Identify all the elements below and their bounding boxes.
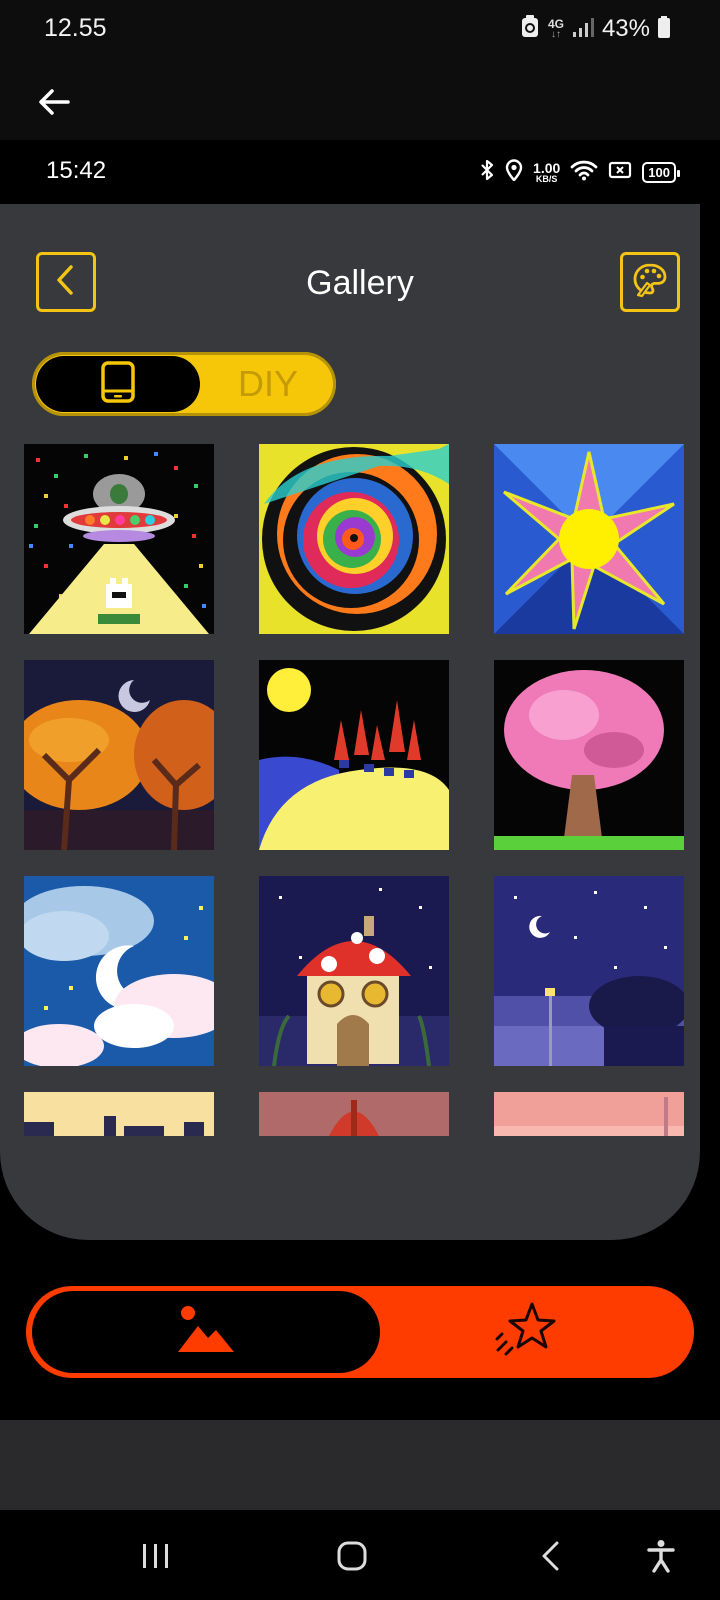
gallery-item-ufo-alien[interactable] xyxy=(24,444,214,634)
battery-icon xyxy=(658,15,670,43)
ufo-alien-image xyxy=(24,444,214,634)
rainbow-swirl-image xyxy=(259,444,449,634)
shooting-star-icon xyxy=(494,1298,558,1367)
network-type-icon: 4G ↓↑ xyxy=(547,17,564,40)
moon-clouds-image xyxy=(24,876,214,1066)
pink-tree-image xyxy=(494,660,684,850)
gallery-item-partial-3[interactable] xyxy=(494,1092,684,1136)
accessibility-icon xyxy=(646,1539,676,1578)
toggle-diy-option[interactable]: DIY xyxy=(204,352,332,416)
gallery-item-night-hills[interactable] xyxy=(259,660,449,850)
device-battery-icon: 100 xyxy=(642,161,680,183)
device-status-time: 15:42 xyxy=(46,157,107,184)
autumn-trees-image xyxy=(24,660,214,850)
home-button[interactable] xyxy=(334,1538,370,1578)
palette-icon xyxy=(631,261,669,304)
gallery-panel: Gallery DIY xyxy=(0,204,700,1240)
signal-icon xyxy=(572,16,594,43)
gallery-item-sun-star[interactable] xyxy=(494,444,684,634)
image-mountains-icon xyxy=(174,1304,238,1361)
outer-status-icons: 4G ↓↑ 43% xyxy=(520,12,670,46)
night-hills-image xyxy=(259,660,449,850)
nav-gallery-button[interactable] xyxy=(32,1291,380,1373)
content-background xyxy=(0,1420,720,1510)
nav-favorites-button[interactable] xyxy=(466,1294,586,1370)
system-back-button[interactable] xyxy=(536,1538,566,1578)
back-arrow-icon[interactable] xyxy=(34,82,74,122)
outer-status-time: 12.55 xyxy=(44,14,107,42)
battery-percent: 43% xyxy=(601,15,650,42)
source-toggle: DIY xyxy=(32,352,336,416)
partial-image-3 xyxy=(494,1092,684,1136)
partial-image-2 xyxy=(259,1092,449,1136)
network-speed: 1.00 KB/S xyxy=(533,159,561,184)
gallery-item-night-street[interactable] xyxy=(494,876,684,1066)
gallery-item-partial-2[interactable] xyxy=(259,1092,449,1136)
device-status-icons: 1.00 KB/S 100 xyxy=(479,155,680,189)
bluetooth-icon xyxy=(479,159,495,186)
page-title: Gallery xyxy=(306,264,414,302)
no-sim-icon xyxy=(608,160,632,185)
chevron-left-icon xyxy=(540,1540,562,1577)
gallery-item-pink-tree[interactable] xyxy=(494,660,684,850)
location-icon xyxy=(505,158,523,186)
gallery-item-autumn-trees[interactable] xyxy=(24,660,214,850)
toggle-device-option[interactable] xyxy=(36,356,200,412)
recent-apps-icon xyxy=(141,1542,171,1575)
bottom-nav xyxy=(26,1286,694,1378)
recent-apps-button[interactable] xyxy=(138,1538,174,1578)
tablet-icon xyxy=(100,360,136,409)
gallery-item-mushroom-house[interactable] xyxy=(259,876,449,1066)
gallery-item-moon-clouds[interactable] xyxy=(24,876,214,1066)
night-street-image xyxy=(494,876,684,1066)
wifi-icon xyxy=(570,159,598,186)
partial-image-1 xyxy=(24,1092,214,1136)
mushroom-house-image xyxy=(259,876,449,1066)
outer-app-bar xyxy=(0,60,720,140)
gallery-item-partial-1[interactable] xyxy=(24,1092,214,1136)
home-icon xyxy=(336,1540,368,1577)
gallery-item-rainbow-swirl[interactable] xyxy=(259,444,449,634)
sun-star-image xyxy=(494,444,684,634)
accessibility-button[interactable] xyxy=(644,1538,678,1578)
recycle-icon xyxy=(520,14,540,44)
palette-button[interactable] xyxy=(620,252,680,312)
